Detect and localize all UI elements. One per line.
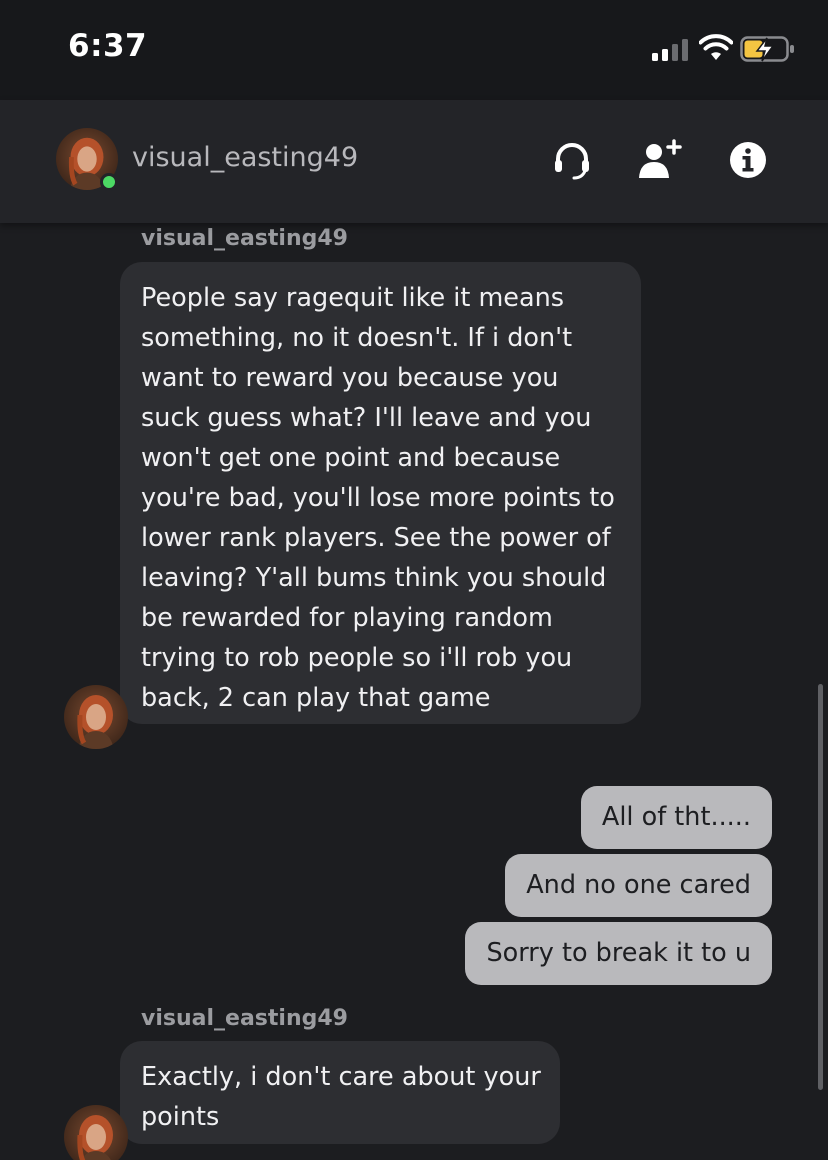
message-sender-name: visual_easting49 <box>141 1006 348 1031</box>
message-text-line: leaving? Y'all bums think you should <box>141 563 607 593</box>
chat-header: visual_easting49 <box>0 100 828 223</box>
incoming-message-bubble[interactable]: People say ragequit like it means someth… <box>120 262 641 724</box>
battery-charging-icon <box>740 36 794 62</box>
message-text-line: something, no it doesn't. If i don't <box>141 323 573 353</box>
message-text-line: trying to rob people so i'll rob you <box>141 643 573 673</box>
outgoing-message-bubble[interactable]: All of tht..... <box>580 786 772 849</box>
message-text-line: Exactly, i don't care about your <box>141 1062 541 1092</box>
message-text-line: be rewarded for playing random <box>141 603 553 633</box>
message-text-line: you're bad, you'll lose more points to <box>141 483 615 513</box>
add-friend-icon[interactable] <box>636 138 684 182</box>
chat-screen: 6:37 visual_easting49 visual_easting49 P… <box>0 0 828 1160</box>
message-text-line: People say ragequit like it means <box>141 283 565 313</box>
sender-avatar[interactable] <box>64 1105 128 1160</box>
contact-name[interactable]: visual_easting49 <box>132 142 358 173</box>
incoming-message-bubble[interactable]: Exactly, i don't care about your points <box>120 1041 560 1144</box>
message-text-line: suck guess what? I'll leave and you <box>141 403 592 433</box>
status-bar: 6:37 <box>0 0 828 100</box>
outgoing-message-bubble[interactable]: Sorry to break it to u <box>465 922 772 985</box>
message-text-line: points <box>141 1102 220 1132</box>
message-text-line: want to reward you because you <box>141 363 559 393</box>
sender-avatar[interactable] <box>64 685 128 749</box>
info-icon[interactable] <box>728 140 768 180</box>
message-sender-name: visual_easting49 <box>141 226 348 251</box>
headset-icon[interactable] <box>552 140 592 180</box>
online-status-indicator <box>100 173 118 191</box>
signal-icon <box>652 39 688 61</box>
message-text-line: lower rank players. See the power of <box>141 523 611 553</box>
scrollbar[interactable] <box>818 684 823 1090</box>
wifi-icon <box>699 34 733 60</box>
outgoing-message-bubble[interactable]: And no one cared <box>505 854 772 917</box>
message-text-line: won't get one point and because <box>141 443 561 473</box>
status-time: 6:37 <box>68 28 148 64</box>
message-text-line: back, 2 can play that game <box>141 683 491 713</box>
